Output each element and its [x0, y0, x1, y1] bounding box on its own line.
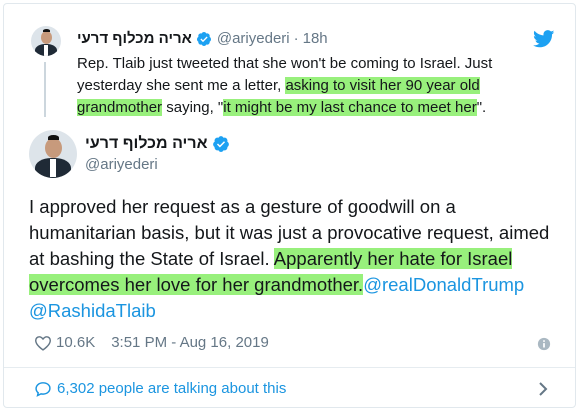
- tweet-timestamp[interactable]: 3:51 PM - Aug 16, 2019: [111, 334, 269, 351]
- chevron-right-icon[interactable]: [537, 381, 549, 397]
- thread-line: [44, 62, 46, 117]
- separator-dot: ·: [293, 30, 299, 47]
- divider: [4, 367, 575, 368]
- highlighted-text: it might be my last chance to meet her: [223, 99, 477, 116]
- tweet-embed-card: אריה מכלוף דרעי @ariyederi · 18h Rep. Tl…: [3, 3, 576, 408]
- verified-badge-icon: [196, 31, 211, 46]
- main-author-row: אריה מכלוף דרעי: [85, 135, 230, 153]
- main-tweet-text: I approved her request as a gesture of g…: [29, 196, 550, 321]
- avatar[interactable]: [31, 26, 61, 56]
- conversation-link[interactable]: 6,302 people are talking about this: [34, 380, 286, 397]
- verified-badge-icon: [212, 136, 229, 152]
- main-author-name[interactable]: אריה מכלוף דרעי: [85, 135, 208, 153]
- quoted-author-name[interactable]: אריה מכלוף דרעי: [77, 30, 192, 47]
- quoted-timestamp[interactable]: 18h: [303, 30, 328, 47]
- quoted-tweet-text: Rep. Tlaib just tweeted that she won't b…: [77, 55, 493, 116]
- main-author-handle[interactable]: @ariyederi: [85, 156, 158, 173]
- info-icon[interactable]: [537, 337, 551, 351]
- speech-bubble-icon: [35, 381, 51, 397]
- mention-link[interactable]: @realDonaldTrump: [363, 274, 524, 295]
- conversation-count-label[interactable]: 6,302 people are talking about this: [57, 380, 286, 397]
- avatar[interactable]: [29, 130, 77, 178]
- quoted-author-handle[interactable]: @ariyederi: [217, 30, 290, 47]
- tweet-meta-row: 10.6K 3:51 PM - Aug 16, 2019: [34, 334, 269, 351]
- quoted-author-row: אריה מכלוף דרעי @ariyederi · 18h: [77, 30, 328, 47]
- like-count[interactable]: 10.6K: [56, 334, 95, 351]
- mention-link[interactable]: @RashidaTlaib: [29, 300, 156, 321]
- twitter-bird-icon[interactable]: [533, 30, 555, 48]
- heart-icon[interactable]: [34, 335, 52, 351]
